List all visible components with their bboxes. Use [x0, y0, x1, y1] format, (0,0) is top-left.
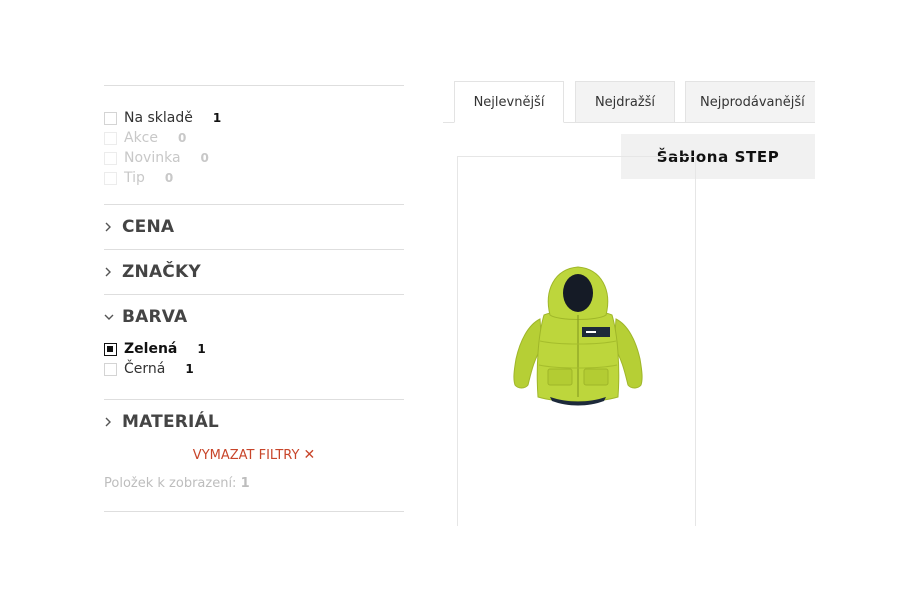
filter-count: 1 — [212, 111, 222, 125]
availability-filter: Na skladě 1 Akce 0 Novinka 0 Tip 0 — [104, 86, 404, 204]
filter-tip: Tip 0 — [104, 168, 404, 188]
checkbox — [104, 171, 117, 185]
clear-filters-link[interactable]: VYMAZAT FILTRY ✕ — [192, 447, 316, 463]
checkbox[interactable] — [104, 362, 117, 376]
filter-count: 1 — [197, 342, 206, 356]
section-title: ZNAČKY — [122, 262, 201, 282]
tab-most-expensive[interactable]: Nejdražší — [575, 81, 675, 123]
filter-count: 0 — [178, 131, 187, 145]
chevron-down-icon — [104, 313, 118, 321]
clear-filters-label: VYMAZAT FILTRY — [192, 448, 300, 463]
filter-in-stock[interactable]: Na skladě 1 — [104, 108, 404, 128]
section-title: MATERIÁL — [122, 412, 219, 432]
filter-label: Akce — [124, 130, 158, 146]
filter-sidebar: Na skladě 1 Akce 0 Novinka 0 Tip 0 CENA — [104, 85, 404, 512]
section-color[interactable]: BARVA — [104, 295, 404, 339]
checkbox[interactable] — [104, 342, 117, 356]
tab-best-selling[interactable]: Nejprodávanější — [685, 81, 815, 123]
items-count-label: Položek k zobrazení: — [104, 476, 237, 491]
section-title: CENA — [122, 217, 175, 237]
product-image[interactable] — [498, 261, 658, 411]
chevron-right-icon — [104, 267, 118, 277]
chevron-right-icon — [104, 417, 118, 427]
checkbox — [104, 151, 117, 165]
chevron-right-icon — [104, 222, 118, 232]
filter-color-black[interactable]: Černá 1 — [104, 359, 404, 379]
filter-count: 1 — [185, 362, 194, 376]
filter-label: Novinka — [124, 150, 181, 166]
filter-label: Na skladě — [124, 110, 193, 126]
section-price[interactable]: CENA — [104, 205, 404, 249]
filter-label: Černá — [124, 361, 166, 377]
filter-new: Novinka 0 — [104, 148, 404, 168]
filter-count: 0 — [200, 151, 209, 165]
clear-filters: VYMAZAT FILTRY ✕ — [104, 444, 404, 468]
color-options: Zelená 1 Černá 1 — [104, 339, 404, 399]
items-count: Položek k zobrazení: 1 — [104, 468, 404, 511]
filter-count: 0 — [164, 171, 174, 185]
section-material[interactable]: MATERIÁL — [104, 400, 404, 444]
sort-tabs: Nejlevnější Nejdražší Nejprodávanější — [443, 81, 815, 123]
filter-label: Tip — [124, 170, 145, 186]
divider — [104, 511, 404, 512]
tab-cheapest[interactable]: Nejlevnější — [454, 81, 564, 123]
items-count-value: 1 — [240, 476, 250, 491]
filter-label: Zelená — [124, 341, 178, 357]
filter-sale: Akce 0 — [104, 128, 404, 148]
section-brands[interactable]: ZNAČKY — [104, 250, 404, 294]
section-title: BARVA — [122, 307, 188, 327]
checkbox[interactable] — [104, 111, 117, 125]
checkbox — [104, 131, 117, 145]
filter-color-green[interactable]: Zelená 1 — [104, 339, 404, 359]
close-icon: ✕ — [303, 447, 316, 463]
product-card[interactable] — [457, 156, 696, 526]
